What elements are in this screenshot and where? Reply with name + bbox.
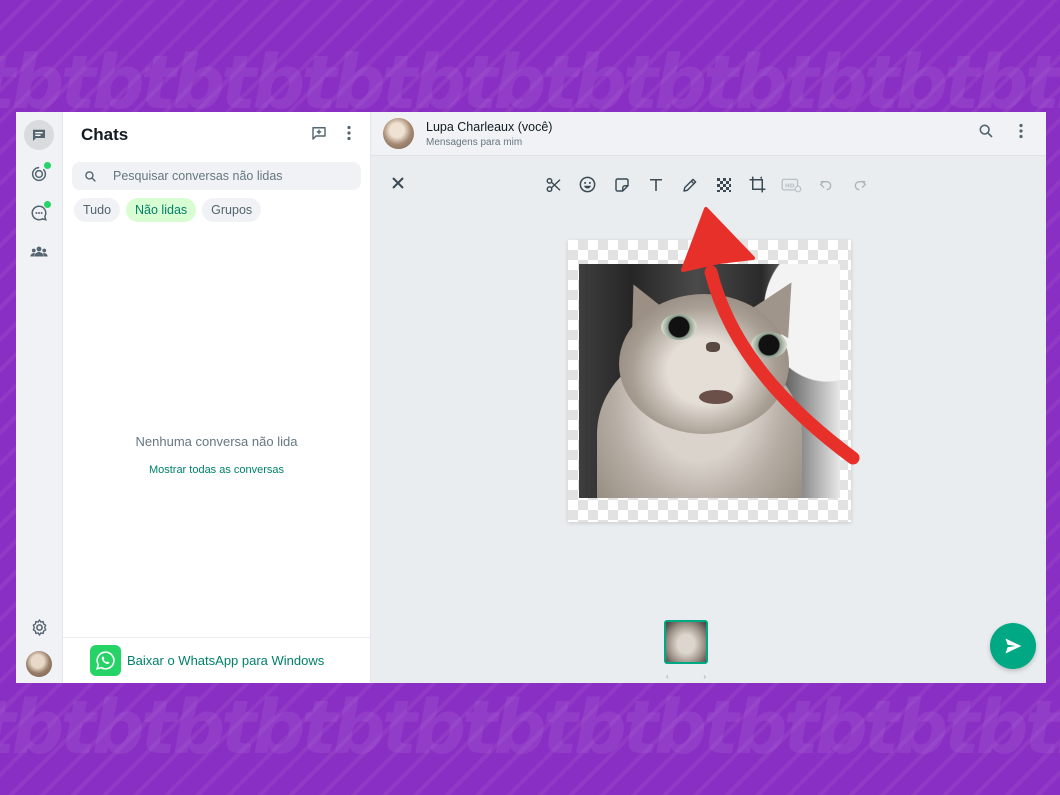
send-button[interactable] (990, 623, 1036, 669)
annotation-arrow (681, 207, 860, 465)
empty-state-text: Nenhuma conversa não lida (135, 434, 298, 449)
chat-list-title: Chats (81, 125, 129, 144)
filter-chips: Tudo Não lidas Grupos (63, 190, 370, 230)
rail-status-button[interactable] (24, 159, 54, 189)
settings-icon (32, 618, 46, 636)
chat-list-panel: Chats Tudo Não lidas Grupos Nenhuma conv… (63, 112, 371, 683)
search-bar (72, 162, 361, 190)
search-input[interactable] (113, 169, 343, 183)
thumb-prev-icon[interactable]: ‹ (666, 672, 669, 681)
whatsapp-logo-icon (90, 645, 121, 676)
new-chat-button[interactable] (310, 124, 328, 147)
profile-avatar[interactable] (26, 651, 52, 677)
search-icon (85, 170, 96, 182)
download-text: Baixar o WhatsApp para Windows (127, 653, 325, 668)
nav-rail (16, 112, 63, 683)
kebab-menu-icon (347, 125, 351, 140)
download-banner[interactable]: Baixar o WhatsApp para Windows (63, 637, 370, 683)
empty-state: Nenhuma conversa não lida Mostrar todas … (63, 434, 370, 476)
rail-chats-button[interactable] (24, 120, 54, 150)
new-chat-icon (312, 126, 326, 140)
rail-communities-button[interactable] (24, 237, 54, 267)
chat-list-header: Chats (63, 112, 370, 158)
media-thumbnail[interactable] (664, 620, 708, 664)
send-icon (1005, 638, 1022, 654)
rail-channels-button[interactable] (24, 198, 54, 228)
show-all-chats-link[interactable]: Mostrar todas as conversas (63, 464, 370, 476)
chip-unread[interactable]: Não lidas (126, 198, 197, 222)
whatsapp-window: Chats Tudo Não lidas Grupos Nenhuma conv… (16, 112, 1046, 683)
chip-all[interactable]: Tudo (74, 198, 121, 222)
chat-list-menu-button[interactable] (346, 125, 352, 146)
media-editor-panel: Lupa Charleaux (você) Mensagens para mim (371, 112, 1046, 683)
thumbnail-nav: ‹ › (664, 672, 708, 681)
rail-settings-button[interactable] (24, 612, 54, 642)
chats-icon (33, 129, 45, 141)
thumb-next-icon[interactable]: › (703, 672, 706, 681)
chip-groups[interactable]: Grupos (202, 198, 262, 222)
communities-icon (30, 246, 48, 257)
channels-unread-dot (44, 201, 51, 208)
status-unread-dot (44, 162, 51, 169)
